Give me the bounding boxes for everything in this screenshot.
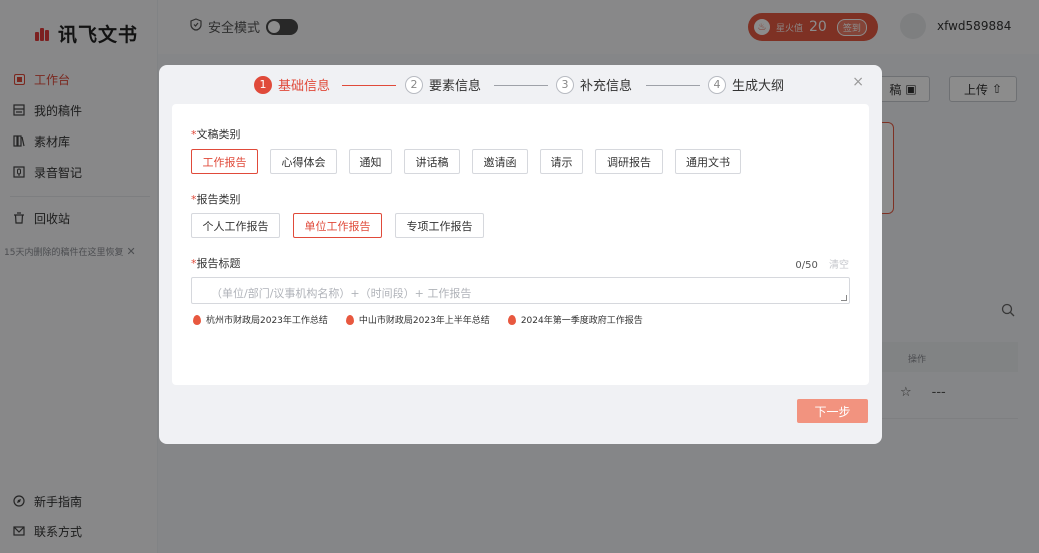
resize-handle[interactable] [841,295,847,301]
report-type-option[interactable]: 个人工作报告 [191,213,280,238]
doc-type-option[interactable]: 通用文书 [675,149,741,174]
step-number: 2 [405,75,423,94]
doc-type-option[interactable]: 心得体会 [270,149,337,174]
step-number: 4 [708,75,726,94]
form-card: *文稿类别 工作报告 心得体会 通知 讲话稿 邀请函 请示 调研报告 通用文书 … [172,104,869,385]
doc-type-label: *文稿类别 [191,128,241,141]
flame-icon [507,314,516,325]
create-document-modal: 1 基础信息 2 要素信息 3 补充信息 4 生成大纲 × *文稿类别 工作报告… [159,65,882,444]
step-label: 基础信息 [278,79,331,94]
close-icon[interactable]: × [852,74,864,90]
step-progress: 1 基础信息 2 要素信息 3 补充信息 4 生成大纲 [159,75,882,97]
doc-type-option[interactable]: 通知 [349,149,392,174]
step-connector [646,85,700,86]
step-elements-info: 2 要素信息 [405,75,481,94]
title-example[interactable]: 中山市财政局2023年上半年总结 [345,313,490,326]
step-number: 3 [556,75,574,94]
flame-icon [193,314,201,325]
step-supplement-info: 3 补充信息 [556,75,632,94]
doc-type-option[interactable]: 邀请函 [472,149,528,174]
report-type-label: *报告类别 [191,193,241,206]
step-connector [342,85,396,86]
doc-type-option[interactable]: 调研报告 [595,149,663,174]
report-title-input[interactable]: （单位/部门/议事机构名称）+（时间段）+ 工作报告 [191,277,850,304]
step-number: 1 [254,75,272,94]
flame-icon [345,314,354,325]
title-example[interactable]: 杭州市财政局2023年工作总结 [193,313,328,326]
title-examples: 杭州市财政局2023年工作总结 中山市财政局2023年上半年总结 2024年第一… [193,313,643,326]
step-basic-info: 1 基础信息 [254,75,330,94]
report-type-option[interactable]: 单位工作报告 [293,213,382,238]
step-label: 要素信息 [429,79,482,94]
char-count: 0/50 [795,260,818,271]
report-title-placeholder: （单位/部门/议事机构名称）+（时间段）+ 工作报告 [211,287,472,300]
doc-type-option[interactable]: 请示 [540,149,583,174]
step-connector [494,85,548,86]
clear-button[interactable]: 清空 [829,260,849,271]
report-title-label: *报告标题 [191,257,241,270]
step-label: 生成大纲 [732,79,785,94]
report-type-option[interactable]: 专项工作报告 [395,213,484,238]
next-step-button[interactable]: 下一步 [797,399,868,423]
step-label: 补充信息 [580,79,633,94]
doc-type-option[interactable]: 讲话稿 [404,149,460,174]
title-counter: 0/50 清空 [795,256,849,271]
title-example[interactable]: 2024年第一季度政府工作报告 [507,313,643,326]
doc-type-option[interactable]: 工作报告 [191,149,258,174]
step-generate-outline: 4 生成大纲 [708,75,784,94]
